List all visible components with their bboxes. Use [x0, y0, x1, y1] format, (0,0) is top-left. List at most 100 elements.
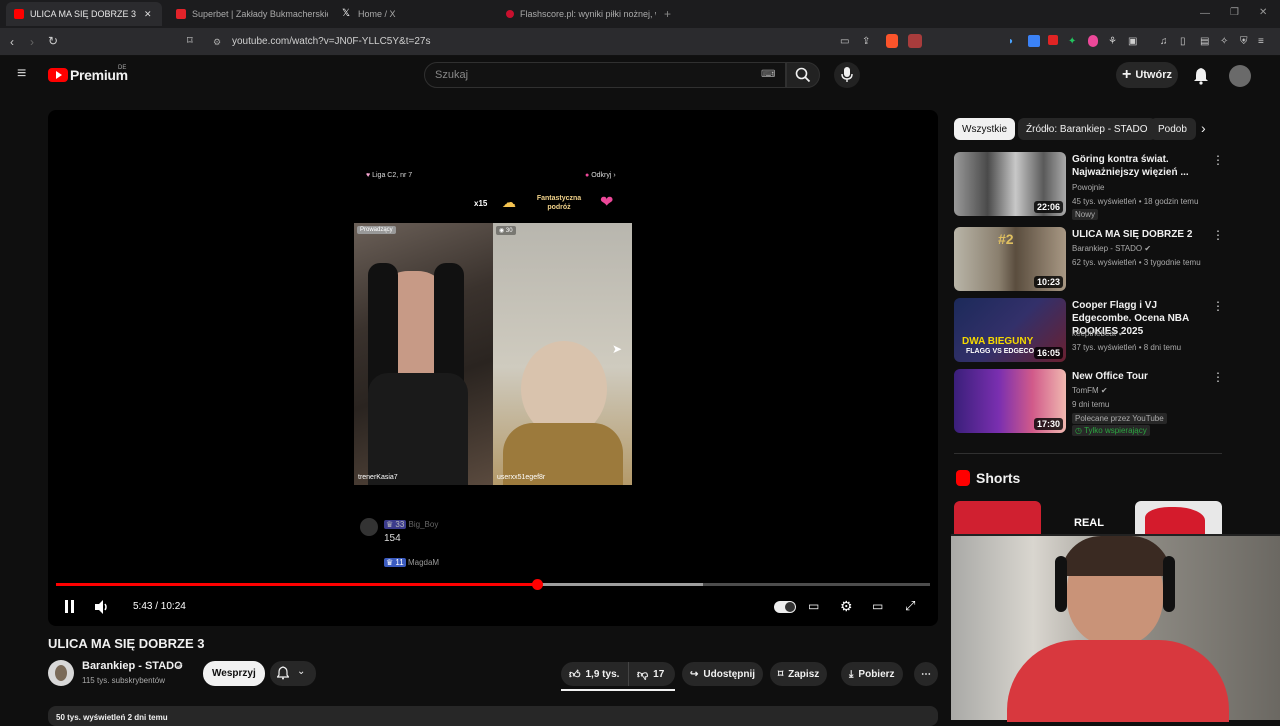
chip-similar[interactable]: Podob [1150, 118, 1196, 140]
channel-name[interactable]: Barankiep - STADO [82, 660, 183, 672]
short-card-graphic [1145, 507, 1205, 534]
reload-icon[interactable]: ↻ [48, 35, 58, 47]
description-box[interactable]: 50 tys. wyświetleń 2 dni temu [48, 706, 938, 726]
more-actions-button[interactable]: ⋯ [914, 662, 938, 686]
related-channel[interactable]: Barankiep - STADO ✔ [1072, 243, 1151, 254]
search-button[interactable] [786, 62, 820, 88]
theater-mode-icon[interactable]: ▭ [872, 599, 883, 613]
cast-icon[interactable]: ▭ [840, 36, 849, 48]
create-button[interactable]: + Utwórz [1116, 62, 1178, 88]
viewers-icon: ◉ [499, 228, 505, 234]
short-card[interactable] [1135, 501, 1222, 534]
subscription-bell-button[interactable]: ⌄ [270, 661, 316, 686]
video-player[interactable]: ♥ Liga C2, nr 7 ● Odkryj › x15 ☁ Fantast… [48, 110, 938, 626]
related-title[interactable]: Göring kontra świat. Najważniejszy więzi… [1072, 153, 1207, 179]
channel-avatar[interactable] [48, 660, 74, 686]
chevron-right-icon[interactable]: › [1201, 120, 1206, 136]
more-vert-icon[interactable]: ⋮ [1212, 228, 1224, 242]
chat-header-2: ♛ 11 MagdaM [384, 558, 439, 567]
tab-flashscore[interactable]: Flashscore.pl: wyniki piłki nożnej, wy [498, 2, 656, 26]
bookmark-icon[interactable]: ⌑ [187, 35, 193, 47]
settings-gear-icon[interactable]: ⚙ [840, 598, 853, 615]
related-thumbnail[interactable]: 17:30 [954, 369, 1066, 433]
related-thumbnail[interactable]: DWA BIEGUNY FLAGG VS EDGECO 16:05 [954, 298, 1066, 362]
forward-icon[interactable]: › [30, 36, 34, 48]
related-title[interactable]: ULICA MA SIĘ DOBRZE 2 [1072, 228, 1207, 241]
menu-icon[interactable]: ≡ [1258, 36, 1264, 48]
search-input[interactable]: Szukaj ⌨ [424, 62, 786, 88]
extension-3-icon[interactable] [1048, 35, 1058, 45]
save-button[interactable]: ⌑ Zapisz [770, 662, 828, 686]
chat-level-value: 33 [395, 520, 405, 529]
chip-source-channel[interactable]: Źródło: Barankiep - STADO [1018, 118, 1156, 140]
extension-1-icon[interactable]: ◗ [1008, 36, 1014, 48]
sidebar-icon[interactable]: ▯ [1180, 36, 1186, 48]
notifications-bell-icon[interactable] [1193, 67, 1209, 85]
share-page-icon[interactable]: ⇪ [862, 36, 870, 48]
tab-youtube[interactable]: ULICA MA SIĘ DOBRZE 3 - Yo ✕ [6, 2, 162, 26]
new-badge: Nowy [1072, 209, 1099, 220]
extension-2-icon[interactable] [1028, 35, 1040, 47]
volume-icon[interactable] [94, 599, 110, 615]
members-icon: ◷ [1075, 426, 1082, 435]
support-button[interactable]: Wesprzyj [203, 661, 265, 686]
progress-bar[interactable] [56, 579, 930, 590]
youtube-logo-icon[interactable] [48, 68, 68, 82]
played-bar [56, 583, 537, 586]
wallet-icon[interactable]: ▤ [1200, 36, 1209, 48]
flashscore-favicon-icon [506, 10, 514, 18]
guide-menu-icon[interactable]: ≡ [17, 66, 26, 82]
media-icon[interactable]: ♫ [1160, 36, 1168, 48]
keyboard-icon[interactable]: ⌨ [761, 69, 775, 80]
short-card[interactable]: REAL [1045, 501, 1131, 534]
related-meta: 62 tys. wyświetleń • 3 tygodnie temu [1072, 258, 1201, 267]
voice-search-button[interactable] [834, 62, 860, 88]
brave-rewards-icon[interactable] [908, 34, 922, 48]
extension-4-icon[interactable]: ✦ [1068, 36, 1076, 48]
account-avatar[interactable] [1229, 65, 1251, 87]
close-window-icon[interactable]: ✕ [1259, 7, 1267, 19]
pause-button[interactable] [64, 600, 76, 614]
site-info-icon[interactable]: ⚙ [213, 36, 221, 48]
related-thumbnail[interactable]: 22:06 [954, 152, 1066, 216]
maximize-icon[interactable]: ❐ [1230, 7, 1239, 19]
microphone-icon [841, 67, 853, 82]
related-channel[interactable]: TomFM ✔ [1072, 385, 1108, 396]
back-icon[interactable]: ‹ [10, 36, 14, 48]
minimize-icon[interactable]: — [1200, 8, 1210, 20]
more-vert-icon[interactable]: ⋮ [1212, 299, 1224, 313]
share-button[interactable]: ↪ Udostępnij [682, 662, 764, 686]
tab-label: Superbet | Zakłady Bukmacherskie O [192, 9, 328, 19]
tab-superbet[interactable]: Superbet | Zakłady Bukmacherskie O [168, 2, 328, 26]
close-tab-icon[interactable]: ✕ [144, 9, 152, 20]
autoplay-toggle[interactable] [774, 601, 796, 613]
download-button[interactable]: ⤓ Pobierz [841, 662, 903, 686]
tab-x[interactable]: 𝕏 Home / X [334, 2, 494, 26]
screenshot-icon[interactable]: ▣ [1128, 36, 1137, 48]
address-field[interactable]: youtube.com/watch?v=JN0F-YLLC5Y&t=27s [232, 36, 430, 47]
dislike-button[interactable]: 👎︎ 17 [631, 662, 675, 686]
extensions-icon[interactable]: ⚘ [1108, 36, 1117, 48]
duration-badge: 17:30 [1033, 418, 1063, 430]
like-button[interactable]: 👍︎ 1,9 tys. [561, 662, 629, 686]
related-channel[interactable]: Powojnie [1072, 182, 1104, 193]
leo-ai-icon[interactable]: ✧ [1220, 36, 1228, 48]
related-title[interactable]: New Office Tour [1072, 370, 1207, 383]
vpn-icon[interactable]: ⛨ [1240, 36, 1248, 48]
more-vert-icon[interactable]: ⋮ [1212, 153, 1224, 167]
scrubber-handle[interactable] [531, 579, 543, 590]
duration-badge: 16:05 [1033, 347, 1063, 359]
related-thumbnail[interactable]: #2 10:23 [954, 227, 1066, 291]
new-tab-icon[interactable]: + [664, 8, 671, 20]
chip-all[interactable]: Wszystkie [954, 118, 1015, 140]
short-card[interactable] [954, 501, 1041, 534]
brave-shields-icon[interactable] [886, 34, 898, 48]
fullscreen-icon[interactable]: ⤢ [905, 598, 915, 614]
related-meta: 45 tys. wyświetleń • 18 godzin temu [1072, 197, 1199, 206]
plus-icon: + [1121, 66, 1132, 83]
extension-5-icon[interactable] [1088, 35, 1098, 47]
pause-icon-bar [71, 600, 74, 613]
related-channel[interactable]: keepthebeat ✔ [1072, 328, 1125, 339]
subtitles-icon[interactable]: ▭ [808, 599, 819, 613]
more-vert-icon[interactable]: ⋮ [1212, 370, 1224, 384]
